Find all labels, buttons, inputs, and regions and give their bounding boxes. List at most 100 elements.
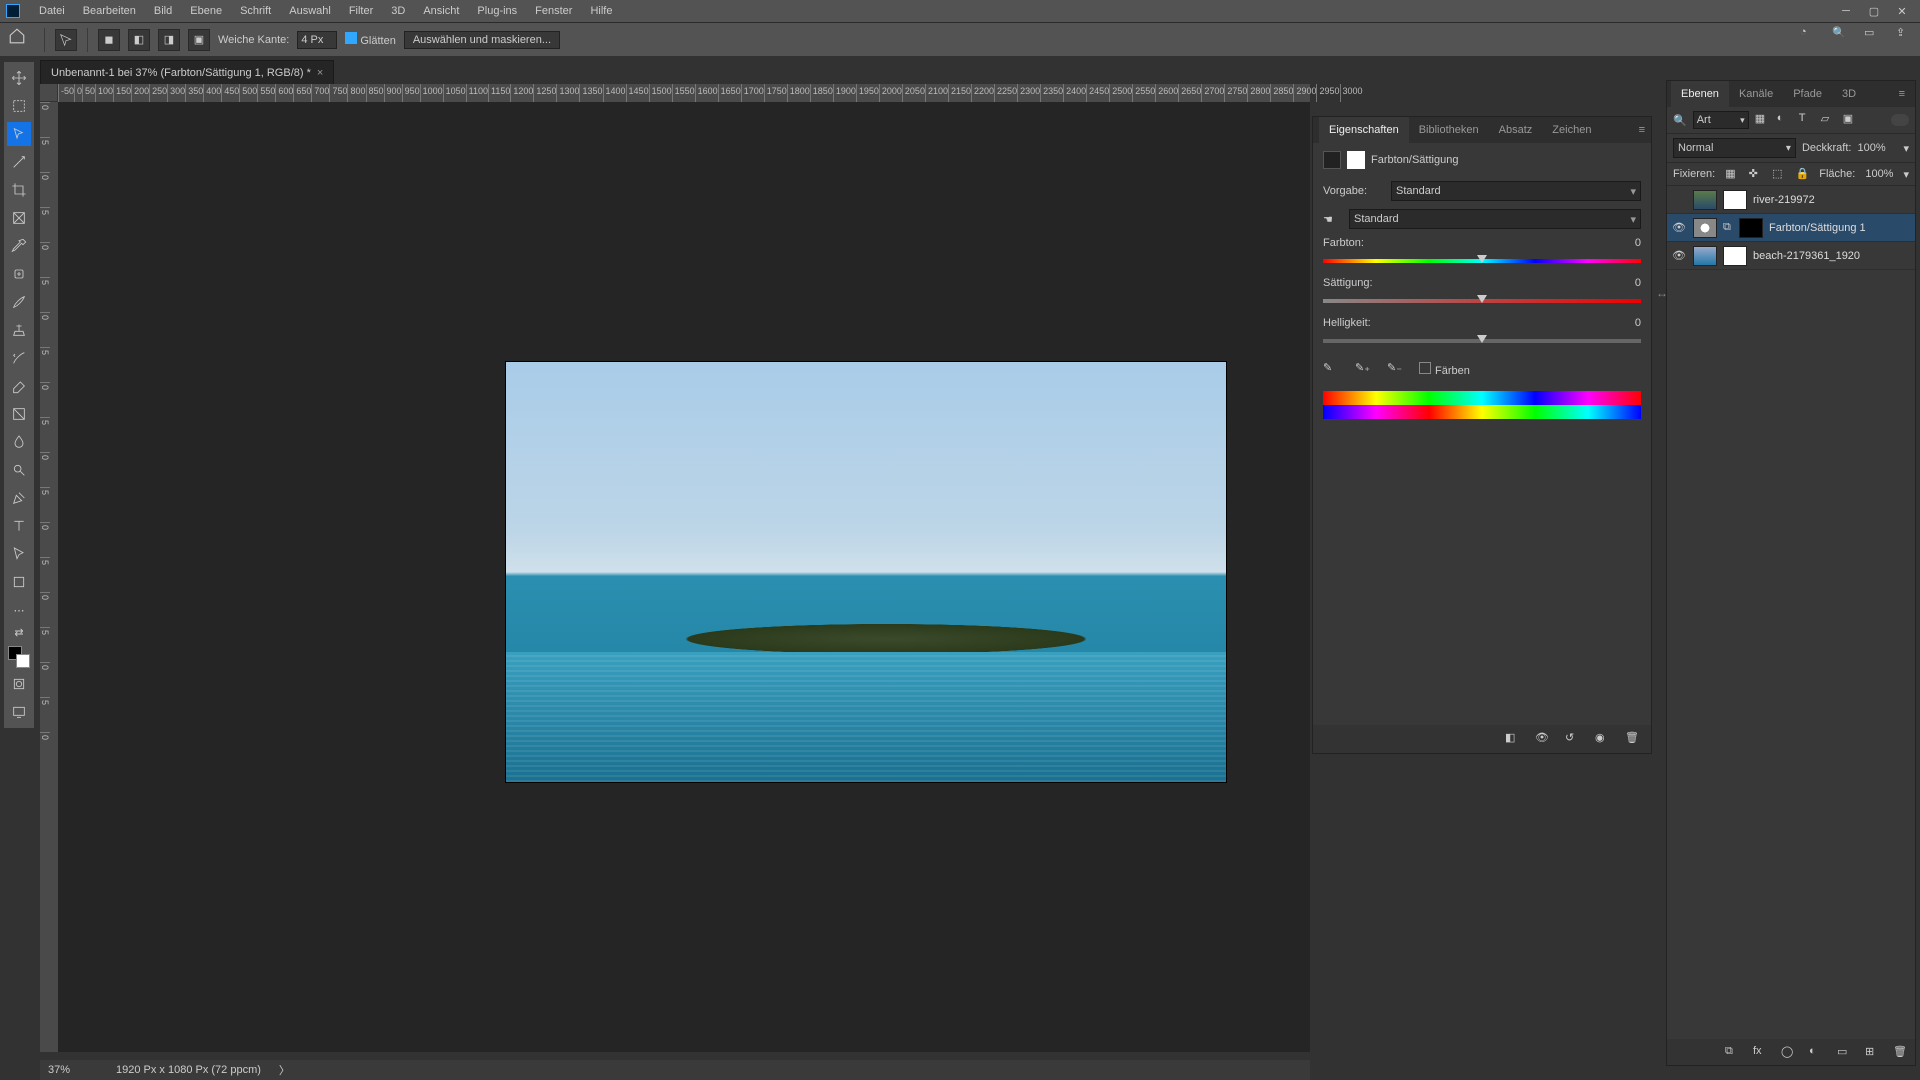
brush-tool[interactable]: [7, 290, 31, 314]
menu-bild[interactable]: Bild: [145, 0, 181, 22]
share-icon[interactable]: ⇪: [1896, 26, 1914, 44]
view-previous-icon[interactable]: 👁: [1535, 731, 1551, 747]
marquee-tool[interactable]: [7, 94, 31, 118]
lock-artboard-icon[interactable]: ⬚: [1772, 167, 1785, 181]
layer-thumbnail[interactable]: [1693, 246, 1717, 266]
blur-tool[interactable]: [7, 430, 31, 454]
tab-3d[interactable]: 3D: [1832, 81, 1866, 107]
panel-menu-icon[interactable]: ≡: [1899, 88, 1911, 100]
new-layer-icon[interactable]: ⊞: [1865, 1045, 1879, 1059]
layer-row[interactable]: 👁 beach-2179361_1920: [1667, 242, 1915, 270]
visibility-toggle[interactable]: 👁: [1671, 249, 1687, 262]
swap-colors-icon[interactable]: ⇄: [7, 626, 31, 638]
gradient-tool[interactable]: [7, 402, 31, 426]
filter-kind-dropdown[interactable]: Art: [1693, 111, 1749, 129]
tab-eigenschaften[interactable]: Eigenschaften: [1319, 117, 1409, 143]
healing-brush-tool[interactable]: [7, 262, 31, 286]
type-tool[interactable]: [7, 514, 31, 538]
new-group-icon[interactable]: ▭: [1837, 1045, 1851, 1059]
layer-name[interactable]: Farbton/Sättigung 1: [1769, 222, 1911, 234]
menu-fenster[interactable]: Fenster: [526, 0, 581, 22]
fill-value[interactable]: 100%: [1865, 168, 1893, 180]
preset-dropdown[interactable]: Standard: [1391, 181, 1641, 201]
tab-zeichen[interactable]: Zeichen: [1542, 117, 1601, 143]
clip-to-layer-icon[interactable]: ◧: [1505, 731, 1521, 747]
eraser-tool[interactable]: [7, 374, 31, 398]
layer-name[interactable]: beach-2179361_1920: [1753, 250, 1911, 262]
menu-bearbeiten[interactable]: Bearbeiten: [74, 0, 145, 22]
eyedropper-add-icon[interactable]: ✎₊: [1355, 361, 1371, 377]
layer-mask-thumbnail[interactable]: [1739, 218, 1763, 238]
minimize-button[interactable]: ─: [1832, 0, 1860, 22]
lock-position-icon[interactable]: ✜: [1749, 167, 1762, 181]
quickmask-button[interactable]: [7, 672, 31, 696]
layer-style-icon[interactable]: fx: [1753, 1045, 1767, 1059]
channel-dropdown[interactable]: Standard: [1349, 209, 1641, 229]
lightness-value[interactable]: 0: [1603, 317, 1641, 329]
move-tool[interactable]: [7, 66, 31, 90]
layer-row[interactable]: 👁 ⧉ Farbton/Sättigung 1: [1667, 214, 1915, 242]
menu-hilfe[interactable]: Hilfe: [581, 0, 621, 22]
frame-tool[interactable]: [7, 206, 31, 230]
layer-mask-thumbnail[interactable]: [1723, 246, 1747, 266]
clone-stamp-tool[interactable]: [7, 318, 31, 342]
menu-3d[interactable]: 3D: [382, 0, 414, 22]
filter-adjustment-icon[interactable]: ◐: [1777, 112, 1793, 128]
crop-tool[interactable]: [7, 178, 31, 202]
menu-ansicht[interactable]: Ansicht: [414, 0, 468, 22]
menu-schrift[interactable]: Schrift: [231, 0, 280, 22]
magic-wand-tool[interactable]: [7, 150, 31, 174]
layer-mask-thumbnail[interactable]: [1723, 190, 1747, 210]
history-brush-tool[interactable]: [7, 346, 31, 370]
document-tab[interactable]: Unbenannt-1 bei 37% (Farbton/Sättigung 1…: [40, 60, 334, 84]
new-adjustment-icon[interactable]: ◐: [1809, 1045, 1823, 1059]
hue-value[interactable]: 0: [1603, 237, 1641, 249]
selection-add-button[interactable]: ◧: [128, 29, 150, 51]
opacity-value[interactable]: 100%: [1857, 142, 1897, 154]
selection-intersect-button[interactable]: ▣: [188, 29, 210, 51]
feather-input[interactable]: [297, 31, 337, 49]
add-mask-icon[interactable]: ◯: [1781, 1045, 1795, 1059]
filter-pixel-icon[interactable]: ▦: [1755, 112, 1771, 128]
ruler-origin[interactable]: [40, 84, 58, 102]
delete-layer-icon[interactable]: 🗑: [1893, 1045, 1907, 1059]
color-swatches[interactable]: [8, 646, 30, 668]
filter-search-icon[interactable]: 🔍: [1673, 114, 1687, 127]
lightness-slider[interactable]: [1323, 333, 1641, 349]
layer-name[interactable]: river-219972: [1753, 194, 1911, 206]
document-info[interactable]: 1920 Px x 1080 Px (72 ppcm): [116, 1064, 261, 1076]
opacity-dropdown-icon[interactable]: ▾: [1903, 142, 1909, 155]
lasso-tool[interactable]: [7, 122, 31, 146]
link-mask-icon[interactable]: ⧉: [1723, 221, 1733, 235]
panel-menu-icon[interactable]: ≡: [1639, 124, 1645, 136]
workspace-icon[interactable]: ▭: [1864, 26, 1882, 44]
menu-plugins[interactable]: Plug-ins: [468, 0, 526, 22]
adjustment-mask-icon[interactable]: [1347, 151, 1365, 169]
home-button[interactable]: [8, 27, 34, 53]
menu-datei[interactable]: Datei: [30, 0, 74, 22]
hue-slider[interactable]: [1323, 253, 1641, 269]
ruler-horizontal[interactable]: -500501001502002503003504004505005506006…: [58, 84, 1310, 102]
dodge-tool[interactable]: [7, 458, 31, 482]
document-canvas[interactable]: [506, 362, 1226, 782]
layer-row[interactable]: river-219972: [1667, 186, 1915, 214]
search-icon[interactable]: 🔍: [1832, 26, 1850, 44]
pen-tool[interactable]: [7, 486, 31, 510]
tab-kanaele[interactable]: Kanäle: [1729, 81, 1783, 107]
screenmode-button[interactable]: [7, 700, 31, 724]
toggle-visibility-icon[interactable]: ◉: [1595, 731, 1611, 747]
ruler-vertical[interactable]: 0505050505050505050: [40, 102, 58, 1052]
zoom-level[interactable]: 37%: [48, 1064, 98, 1076]
layer-thumbnail[interactable]: [1693, 190, 1717, 210]
select-and-mask-button[interactable]: Auswählen und maskieren...: [404, 31, 560, 49]
layer-thumbnail[interactable]: [1693, 218, 1717, 238]
maximize-button[interactable]: ▢: [1860, 0, 1888, 22]
eyedropper-icon[interactable]: ✎: [1323, 361, 1339, 377]
menu-auswahl[interactable]: Auswahl: [280, 0, 340, 22]
lock-all-icon[interactable]: 🔒: [1796, 167, 1810, 181]
close-tab-icon[interactable]: ×: [317, 67, 323, 79]
fill-dropdown-icon[interactable]: ▾: [1903, 168, 1909, 181]
tab-ebenen[interactable]: Ebenen: [1671, 81, 1729, 107]
link-layers-icon[interactable]: ⧉: [1725, 1045, 1739, 1059]
tab-absatz[interactable]: Absatz: [1489, 117, 1543, 143]
